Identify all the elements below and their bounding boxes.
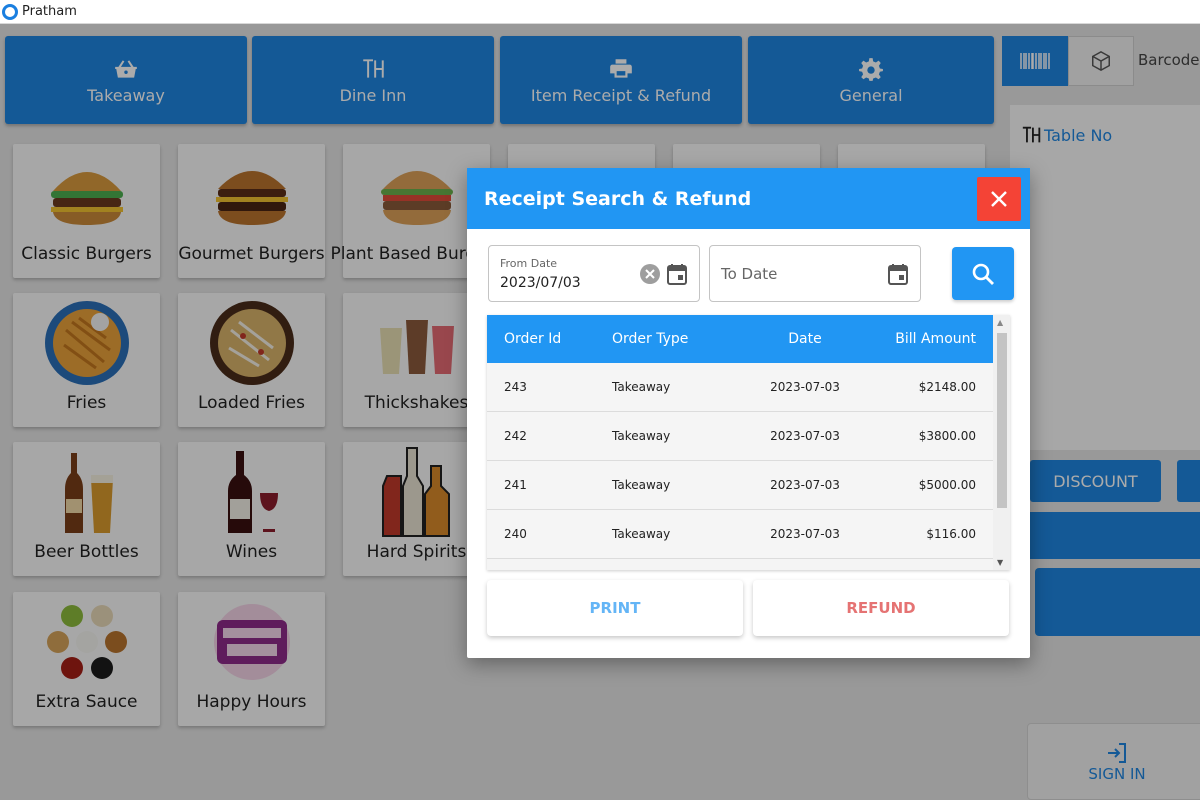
- cell-bill-amount: $2148.00: [918, 380, 976, 394]
- orders-table: Order Id Order Type Date Bill Amount 243…: [487, 315, 1010, 570]
- refund-button[interactable]: REFUND: [753, 580, 1009, 636]
- receipt-search-dialog: Receipt Search & Refund From Date 2023/0…: [467, 168, 1030, 658]
- table-header: Order Id Order Type Date Bill Amount: [487, 315, 993, 363]
- window-title: Pratham: [22, 4, 77, 19]
- cell-order-type: Takeaway: [612, 478, 671, 492]
- cell-order-id: 243: [504, 380, 527, 394]
- table-row[interactable]: 242 Takeaway 2023-07-03 $3800.00: [487, 412, 993, 461]
- cell-bill-amount: $5000.00: [918, 478, 976, 492]
- cell-order-id: 240: [504, 527, 527, 541]
- clear-icon[interactable]: [639, 263, 661, 285]
- from-date-field[interactable]: From Date 2023/07/03: [488, 245, 700, 302]
- cell-date: 2023-07-03: [770, 478, 840, 492]
- search-button[interactable]: [952, 247, 1014, 300]
- cell-order-type: Takeaway: [612, 527, 671, 541]
- from-date-label: From Date: [500, 257, 558, 270]
- scroll-down-arrow-icon[interactable]: ▼: [997, 558, 1003, 567]
- cell-order-id: 242: [504, 429, 527, 443]
- print-button[interactable]: PRINT: [487, 580, 743, 636]
- cell-date: 2023-07-03: [770, 527, 840, 541]
- scroll-up-arrow-icon[interactable]: ▲: [997, 318, 1003, 327]
- close-button[interactable]: [977, 177, 1021, 221]
- cell-order-type: Takeaway: [612, 429, 671, 443]
- cell-date: 2023-07-03: [770, 380, 840, 394]
- cell-bill-amount: $116.00: [926, 527, 976, 541]
- cell-order-id: 241: [504, 478, 527, 492]
- header-date: Date: [788, 331, 822, 347]
- search-icon: [972, 263, 994, 285]
- table-row[interactable]: 241 Takeaway 2023-07-03 $5000.00: [487, 461, 993, 510]
- calendar-icon[interactable]: [888, 263, 908, 285]
- to-date-placeholder: To Date: [721, 265, 778, 283]
- close-icon: [991, 191, 1007, 207]
- table-row[interactable]: 240 Takeaway 2023-07-03 $116.00: [487, 510, 993, 559]
- app-logo-icon: [2, 3, 18, 20]
- window-titlebar: Pratham: [0, 0, 1200, 24]
- header-order-type: Order Type: [612, 331, 689, 347]
- table-scrollbar[interactable]: ▲ ▼: [993, 315, 1010, 570]
- cell-date: 2023-07-03: [770, 429, 840, 443]
- scroll-thumb[interactable]: [997, 333, 1007, 508]
- dialog-title: Receipt Search & Refund: [484, 187, 752, 210]
- dialog-header: Receipt Search & Refund: [467, 168, 1030, 229]
- cell-order-type: Takeaway: [612, 380, 671, 394]
- header-order-id: Order Id: [504, 331, 562, 347]
- to-date-field[interactable]: To Date: [709, 245, 921, 302]
- from-date-value: 2023/07/03: [500, 275, 581, 291]
- table-row[interactable]: 243 Takeaway 2023-07-03 $2148.00: [487, 363, 993, 412]
- calendar-icon[interactable]: [667, 263, 687, 285]
- header-bill-amount: Bill Amount: [895, 331, 976, 347]
- cell-bill-amount: $3800.00: [918, 429, 976, 443]
